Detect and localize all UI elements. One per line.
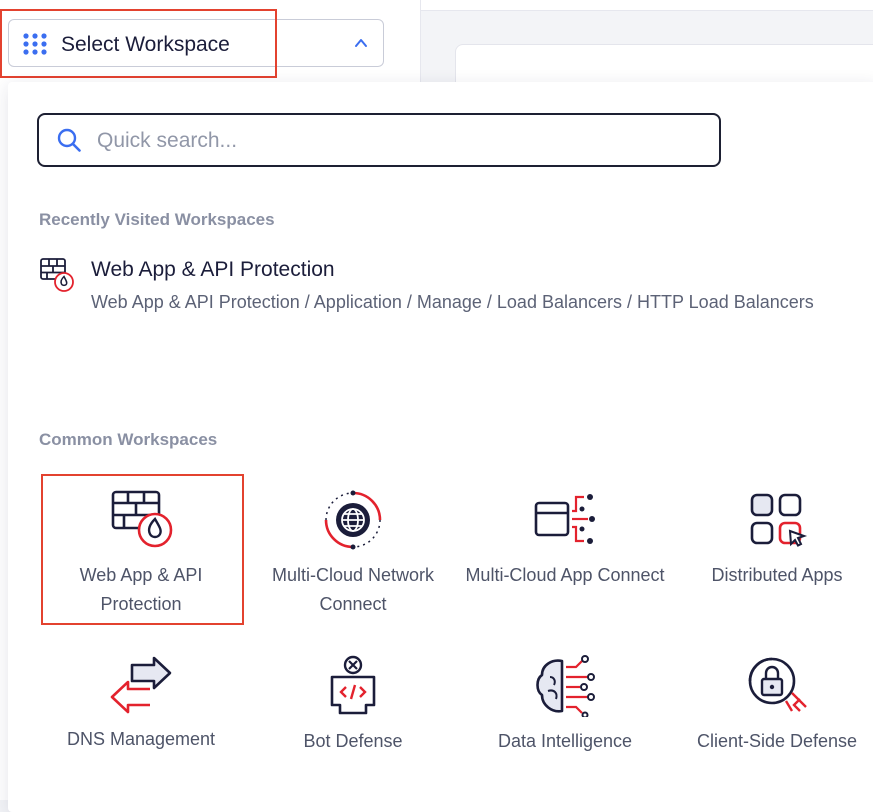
quick-search-box[interactable] — [37, 113, 721, 167]
tile-multi-cloud-app-connect[interactable]: Multi-Cloud App Connect — [465, 489, 665, 629]
bot-code-icon — [330, 655, 376, 715]
tile-label: Multi-Cloud Network Connect — [271, 565, 435, 614]
app-grid-cursor-icon — [750, 493, 808, 547]
tile-distributed-apps[interactable]: Distributed Apps — [677, 489, 873, 629]
tile-client-side-defense[interactable]: Client-Side Defense — [677, 655, 873, 795]
recent-workspace-item[interactable]: Web App & API Protection Web App & API P… — [39, 254, 839, 346]
workspace-selector-button[interactable]: Select Workspace — [8, 19, 384, 67]
top-bar — [421, 0, 873, 11]
tile-data-intelligence[interactable]: Data Intelligence — [465, 655, 665, 795]
search-icon — [57, 128, 81, 152]
recent-section-title: Recently Visited Workspaces — [39, 210, 275, 229]
firewall-flame-icon — [40, 258, 74, 292]
recent-item-path: Web App & API Protection / Application /… — [91, 292, 814, 312]
tile-label: Distributed Apps — [711, 565, 843, 585]
tile-label: DNS Management — [66, 729, 216, 749]
tile-multi-cloud-network-connect[interactable]: Multi-Cloud Network Connect — [253, 489, 453, 629]
common-section-title: Common Workspaces — [39, 430, 218, 449]
tile-dns-management[interactable]: DNS Management — [41, 655, 241, 795]
tile-label: Multi-Cloud App Connect — [465, 565, 665, 585]
app-connect-icon — [534, 494, 595, 544]
tile-label: Bot Defense — [303, 731, 403, 751]
tile-label: Client-Side Defense — [696, 731, 858, 751]
globe-network-icon — [324, 490, 382, 550]
firewall-flame-icon — [111, 490, 173, 548]
workspace-selector-label: Select Workspace — [61, 33, 230, 56]
tile-bot-defense[interactable]: Bot Defense — [253, 655, 453, 795]
tile-label: Data Intelligence — [497, 731, 633, 751]
swap-arrows-icon — [110, 656, 172, 714]
tile-label: Web App & API Protection — [79, 565, 203, 614]
tile-web-app-api-protection[interactable]: Web App & API Protection — [41, 489, 241, 629]
brain-circuit-icon — [536, 655, 595, 717]
chevron-up-icon[interactable] — [354, 36, 368, 50]
recent-item-title: Web App & API Protection — [91, 258, 335, 281]
quick-search-input[interactable] — [95, 125, 699, 157]
lock-shield-icon — [748, 657, 807, 712]
grid-dots-icon — [23, 33, 47, 55]
